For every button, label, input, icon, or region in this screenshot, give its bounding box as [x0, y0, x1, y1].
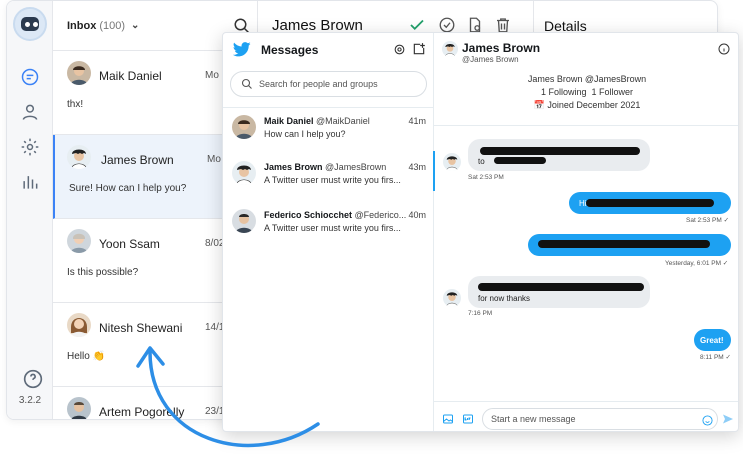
app-logo: [13, 7, 47, 41]
dm-preview: How can I help you?: [264, 129, 346, 139]
chart-icon[interactable]: [20, 172, 40, 192]
message-bubble-incoming: for now thanks: [468, 276, 650, 308]
message-composer: Start a new message: [434, 401, 738, 431]
dm-time: 41m: [408, 116, 426, 126]
message-input-placeholder: Start a new message: [491, 414, 576, 424]
conversation-preview: Hello 👏: [67, 351, 106, 362]
conversation-name: James Brown: [101, 153, 174, 167]
redaction-mark: [480, 147, 640, 155]
inbox-label: Inbox: [67, 19, 97, 32]
avatar: [232, 209, 256, 233]
avatar: [67, 61, 91, 85]
settings-icon[interactable]: [393, 43, 406, 56]
twitter-messages-window: Messages Search for people and groups Ma…: [222, 32, 739, 432]
dm-sender: Federico Schiocchet @Federico...: [264, 210, 407, 220]
avatar: [67, 229, 91, 253]
avatar: [443, 153, 461, 171]
avatar: [442, 41, 458, 57]
redaction-mark: [586, 199, 714, 207]
dm-conversation-pane: James Brown @James Brown James Brown @Ja…: [433, 33, 738, 431]
dm-item[interactable]: Maik Daniel @MaikDaniel 41m How can I he…: [223, 111, 434, 159]
avatar: [443, 289, 461, 307]
avatar: [67, 145, 91, 169]
scroll-indicator: [433, 151, 435, 191]
send-icon[interactable]: [722, 412, 734, 424]
gear-icon[interactable]: [20, 137, 40, 157]
redaction-mark: [494, 157, 546, 164]
message-timestamp: 7:16 PM: [468, 310, 493, 317]
message-input[interactable]: Start a new message: [482, 408, 718, 430]
message-timestamp: Sat 2:53 PM: [468, 174, 504, 181]
avatar: [67, 397, 91, 419]
people-search-input[interactable]: Search for people and groups: [230, 71, 427, 97]
dm-sender: James Brown @JamesBrown: [264, 162, 387, 172]
dm-time: 43m: [408, 162, 426, 172]
gif-icon[interactable]: [462, 412, 474, 424]
dm-preview: A Twitter user must write you firs...: [264, 223, 401, 233]
search-placeholder: Search for people and groups: [259, 79, 378, 89]
dm-contact-name: James Brown: [462, 41, 541, 55]
message-timestamp: Yesterday, 6:01 PM ✓: [665, 260, 729, 267]
inbox-count: (100): [99, 19, 126, 32]
avatar: [232, 115, 256, 139]
dm-item[interactable]: Federico Schiocchet @Federico... 40m A T…: [223, 205, 434, 253]
conversation-preview: thx!: [67, 99, 84, 110]
conversation-name: Yoon Ssam: [99, 237, 160, 251]
conversation-date: Mo: [205, 70, 219, 81]
dm-contact-handle: @James Brown: [462, 55, 519, 64]
search-icon: [241, 78, 253, 90]
help-icon[interactable]: [23, 369, 43, 389]
profile-name-handle: James Brown @JamesBrown: [527, 74, 647, 84]
dm-preview: A Twitter user must write you firs...: [264, 175, 401, 185]
messages-title: Messages: [261, 43, 319, 57]
redaction-mark: [538, 240, 710, 248]
message-bubble-incoming: to: [468, 139, 650, 171]
divider: [434, 125, 738, 126]
conversation-name: Nitesh Shewani: [99, 321, 183, 335]
dm-list-pane: Messages Search for people and groups Ma…: [223, 33, 434, 431]
conversation-name: Maik Daniel: [99, 69, 162, 83]
profile-joined: 📅 Joined December 2021: [533, 100, 641, 110]
dm-item[interactable]: James Brown @JamesBrown 43m A Twitter us…: [223, 157, 434, 205]
divider: [223, 107, 434, 108]
chat-icon[interactable]: [20, 67, 40, 87]
image-icon[interactable]: [442, 412, 454, 424]
dm-sender: Maik Daniel @MaikDaniel: [264, 116, 370, 126]
user-icon[interactable]: [20, 102, 40, 122]
dm-conversation-header: James Brown @James Brown: [434, 33, 738, 69]
new-message-icon[interactable]: [412, 42, 426, 56]
dm-time: 40m: [408, 210, 426, 220]
app-version: 3.2.2: [18, 395, 42, 406]
avatar: [232, 161, 256, 185]
emoji-icon[interactable]: [702, 413, 713, 426]
twitter-bird-icon: [232, 42, 251, 57]
nav-rail: 3.2.2: [7, 1, 53, 419]
message-bubble-outgoing: Great!: [694, 329, 731, 351]
conversation-date: Mo: [207, 154, 221, 165]
avatar: [67, 313, 91, 337]
conversation-name: Artem Pogorelly: [99, 405, 185, 419]
message-timestamp: 8:11 PM ✓: [700, 354, 731, 361]
contact-profile-summary: James Brown @JamesBrown 1 Following 1 Fo…: [434, 73, 738, 112]
info-icon[interactable]: [718, 42, 730, 55]
message-timestamp: Sat 2:53 PM ✓: [686, 217, 730, 224]
conversation-preview: Sure! How can I help you?: [69, 183, 187, 194]
conversation-preview: Is this possible?: [67, 267, 139, 278]
redaction-mark: [478, 283, 644, 291]
profile-stats: 1 Following 1 Follower: [540, 87, 634, 97]
chevron-down-icon: ⌄: [131, 20, 140, 31]
